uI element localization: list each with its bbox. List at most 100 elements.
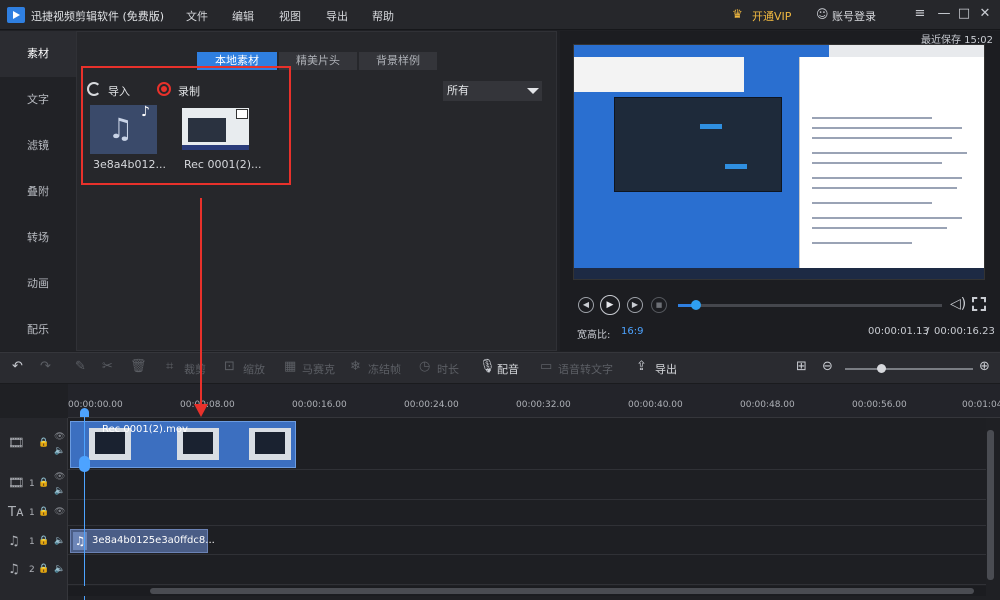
speaker-icon[interactable]: 🔈: [54, 446, 65, 456]
vertical-scrollbar[interactable]: [987, 430, 994, 580]
sidebar-item-media[interactable]: 素材: [0, 31, 76, 77]
ruler-tick: 00:01:04: [962, 400, 1000, 410]
user-icon: ☺: [816, 7, 829, 21]
sidebar-item-transition[interactable]: 转场: [0, 215, 76, 261]
text-track-icon: Tᴀ: [8, 505, 24, 520]
previous-frame-button[interactable]: ◀: [578, 297, 594, 313]
sidebar-item-music[interactable]: 配乐: [0, 307, 76, 353]
ruler-tick: 00:00:24.00: [404, 400, 459, 410]
tab-backgrounds[interactable]: 背景样例: [359, 52, 437, 70]
fit-timeline-icon[interactable]: ⊞: [796, 359, 807, 374]
close-icon[interactable]: ✕: [977, 6, 993, 22]
sidebar-item-overlay[interactable]: 叠附: [0, 169, 76, 215]
zoom-frame-icon[interactable]: ⊡: [224, 359, 235, 374]
video-clip-title: Rec 0001(2).mov: [102, 424, 188, 435]
mosaic-button[interactable]: 马赛克: [302, 361, 335, 377]
eye-icon[interactable]: 👁: [54, 472, 65, 482]
horizontal-scrollbar[interactable]: [68, 586, 986, 596]
maximize-icon[interactable]: □: [956, 6, 972, 22]
import-icon[interactable]: [87, 82, 101, 96]
music-track-2[interactable]: [68, 555, 986, 585]
microphone-icon[interactable]: 🎙: [479, 359, 496, 374]
clock-icon[interactable]: ◷: [419, 359, 430, 374]
lock-icon[interactable]: 🔒: [38, 507, 49, 517]
play-button[interactable]: ▶: [600, 295, 620, 315]
annotation-arrow-head: [194, 404, 208, 417]
lock-icon[interactable]: 🔒: [38, 536, 49, 546]
cut-icon[interactable]: ✂: [102, 359, 113, 374]
app-logo-icon: [7, 7, 25, 23]
dubbing-button[interactable]: 配音: [497, 361, 519, 377]
media-item-name: Rec 0001(2)...: [184, 158, 262, 171]
chevron-down-icon[interactable]: [527, 88, 539, 94]
menu-file[interactable]: 文件: [186, 8, 208, 24]
speech-to-text-icon[interactable]: ▭: [540, 359, 552, 374]
lock-icon[interactable]: 🔒: [38, 438, 49, 448]
menu-export[interactable]: 导出: [326, 8, 348, 24]
speaker-icon[interactable]: 🔈: [54, 564, 65, 574]
progress-track[interactable]: [678, 304, 942, 307]
next-frame-button[interactable]: ▶: [627, 297, 643, 313]
undo-icon[interactable]: ↶: [12, 359, 23, 374]
playhead-handle[interactable]: [79, 456, 90, 472]
volume-icon[interactable]: ◁): [950, 296, 966, 312]
sidebar-item-filter[interactable]: 滤镜: [0, 123, 76, 169]
playhead-top[interactable]: [80, 408, 89, 417]
audio-clip-title: 3e8a4b0125e3a0ffdc8...: [92, 535, 215, 546]
aspect-ratio-value[interactable]: 16:9: [621, 326, 643, 337]
overlay-track[interactable]: [68, 470, 986, 500]
crop-button[interactable]: 裁剪: [184, 361, 206, 377]
audio-badge-icon: ♪: [141, 104, 150, 120]
music-note-icon: ♫: [108, 112, 134, 145]
fullscreen-icon[interactable]: [972, 297, 986, 311]
export-button[interactable]: 导出: [655, 361, 677, 377]
redo-icon[interactable]: ↷: [40, 359, 51, 374]
export-icon[interactable]: ⇪: [636, 359, 647, 374]
edit-icon[interactable]: ✎: [75, 359, 86, 374]
speaker-icon[interactable]: 🔈: [54, 486, 65, 496]
speaker-icon[interactable]: 🔈: [54, 536, 65, 546]
track-number: 1: [29, 537, 35, 547]
freeze-frame-button[interactable]: 冻结帧: [368, 361, 401, 377]
menu-view[interactable]: 视图: [279, 8, 301, 24]
preview-video[interactable]: [573, 44, 985, 280]
music-track-icon: ♫: [8, 562, 20, 577]
lock-icon[interactable]: 🔒: [38, 564, 49, 574]
sidebar-item-text[interactable]: 文字: [0, 77, 76, 123]
import-button[interactable]: 导入: [108, 83, 130, 99]
freeze-icon[interactable]: ❄: [350, 359, 361, 374]
menu-edit[interactable]: 编辑: [232, 8, 254, 24]
track-number: 1: [29, 479, 35, 489]
zoom-slider-handle[interactable]: [877, 364, 886, 373]
record-icon[interactable]: [157, 82, 171, 96]
zoom-slider[interactable]: [845, 368, 973, 370]
eye-icon[interactable]: 👁: [54, 432, 65, 442]
menu-help[interactable]: 帮助: [372, 8, 394, 24]
delete-icon[interactable]: 🗑: [130, 359, 147, 374]
overlay-track-icon: 🎞: [8, 476, 25, 491]
sidebar-item-animation[interactable]: 动画: [0, 261, 76, 307]
minimize-icon[interactable]: —: [936, 6, 952, 22]
record-button[interactable]: 录制: [178, 83, 200, 99]
eye-icon[interactable]: 👁: [54, 507, 65, 517]
scale-button[interactable]: 缩放: [243, 361, 265, 377]
sidebar: 素材 文字 滤镜 叠附 转场 动画 配乐: [0, 31, 76, 351]
stop-button[interactable]: ■: [651, 297, 667, 313]
zoom-out-icon[interactable]: ⊖: [822, 359, 833, 374]
ruler-tick: 00:00:00.00: [68, 400, 123, 410]
lock-icon[interactable]: 🔒: [38, 478, 49, 488]
window-menu-icon[interactable]: ≡: [912, 6, 928, 22]
text-track[interactable]: [68, 500, 986, 526]
playhead[interactable]: [84, 412, 85, 600]
ruler-tick: 00:00:48.00: [740, 400, 795, 410]
time-separator: /: [926, 326, 930, 337]
ruler-tick: 00:00:56.00: [852, 400, 907, 410]
vip-crown-icon: ♛: [732, 7, 743, 21]
crop-icon[interactable]: ⌗: [166, 359, 173, 374]
zoom-in-icon[interactable]: ⊕: [979, 359, 990, 374]
vip-button[interactable]: 开通VIP: [752, 8, 791, 24]
speech-to-text-button[interactable]: 语音转文字: [558, 361, 613, 377]
mosaic-icon[interactable]: ▦: [284, 359, 296, 374]
login-button[interactable]: 账号登录: [832, 8, 876, 24]
duration-button[interactable]: 时长: [437, 361, 459, 377]
